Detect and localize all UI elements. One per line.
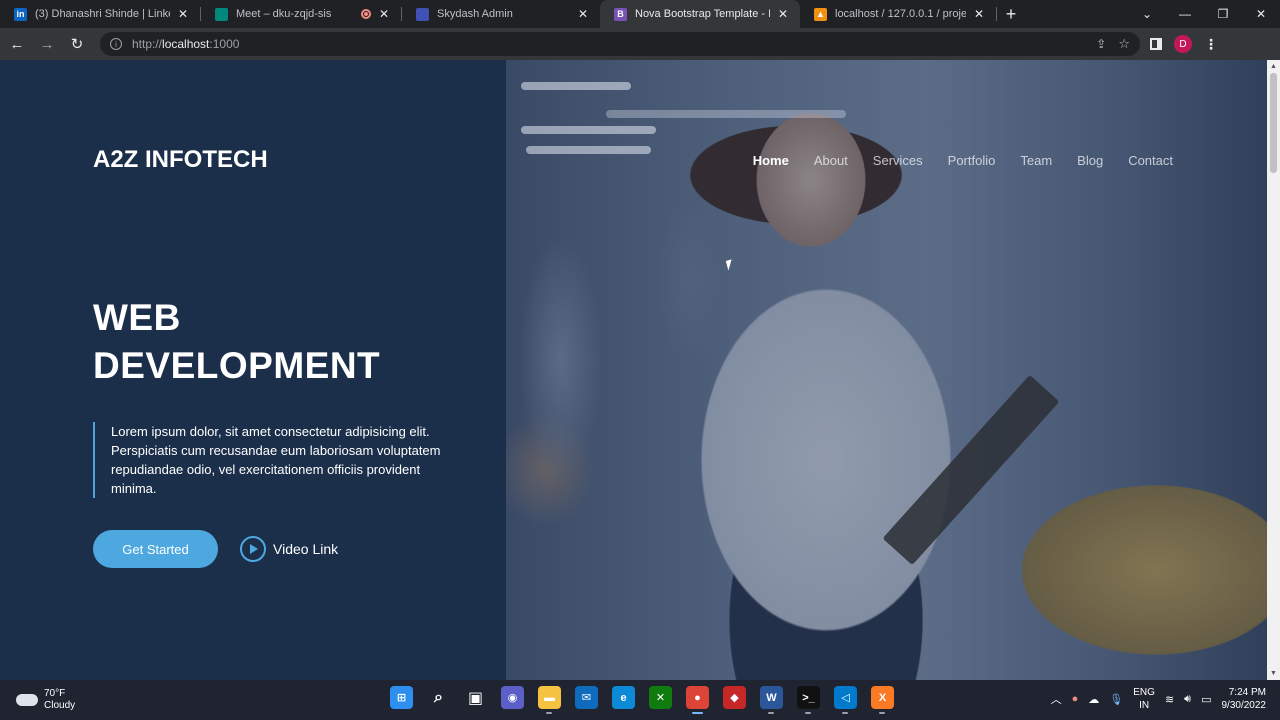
close-tab-icon[interactable]: ✕ — [776, 7, 790, 21]
page-viewport: A2Z INFOTECH Home About Services Portfolio T… — [0, 60, 1267, 680]
tray-overflow-chevron-icon[interactable]: ︿ — [1051, 691, 1062, 707]
close-tab-icon[interactable]: ✕ — [377, 7, 391, 21]
hero-title-line-2: DEVELOPMENT — [93, 345, 381, 386]
word-icon[interactable]: W — [760, 686, 783, 714]
cloud-icon — [16, 694, 38, 706]
close-tab-icon[interactable]: ✕ — [576, 7, 590, 21]
share-icon[interactable]: ⇪ — [1096, 37, 1106, 51]
browser-tab[interactable]: in (3) Dhanashri Shinde | LinkedIn ✕ — [0, 0, 200, 28]
google-meet-icon — [215, 7, 228, 21]
browser-tab[interactable]: Meet – dku-zqjd-sis ✕ — [201, 0, 401, 28]
url-protocol: http:// — [132, 37, 163, 51]
scrollbar-thumb[interactable] — [1270, 73, 1277, 173]
scroll-up-icon[interactable]: ▲ — [1270, 63, 1277, 70]
video-link[interactable]: Video Link — [240, 536, 338, 562]
weather-widget[interactable]: 70°F Cloudy — [16, 688, 75, 712]
nav-link-team[interactable]: Team — [1020, 153, 1052, 168]
task-view-icon[interactable]: ▣ — [464, 686, 487, 709]
nav-link-contact[interactable]: Contact — [1128, 153, 1173, 168]
url-port: :1000 — [209, 37, 240, 51]
scroll-down-icon[interactable]: ▼ — [1270, 670, 1277, 677]
file-explorer-icon[interactable]: ▬ — [538, 686, 561, 714]
terminal-icon[interactable]: >_ — [797, 686, 820, 714]
tab-title: Nova Bootstrap Template - Index — [635, 8, 770, 20]
linkedin-icon: in — [14, 7, 27, 21]
xbox-icon[interactable]: ✕ — [649, 686, 672, 709]
vscode-icon[interactable]: ◁ — [834, 686, 857, 714]
tab-search-icon[interactable]: ⌄ — [1128, 0, 1166, 28]
reload-button[interactable]: ↻ — [64, 35, 90, 53]
tab-title: (3) Dhanashri Shinde | LinkedIn — [35, 8, 170, 20]
nav-link-about[interactable]: About — [814, 153, 848, 168]
mail-icon[interactable]: ✉ — [575, 686, 598, 709]
browser-tab[interactable]: Skydash Admin ✕ — [402, 0, 600, 28]
language-region: IN — [1139, 700, 1150, 711]
browser-tab[interactable]: ▲ localhost / 127.0.0.1 / project | ph ✕ — [800, 0, 996, 28]
language-code: ENG — [1133, 687, 1155, 698]
main-navigation: Home About Services Portfolio Team Blog Contac… — [753, 153, 1173, 168]
video-link-label: Video Link — [273, 541, 339, 557]
tray-app-icon[interactable]: ● — [1072, 693, 1079, 705]
tab-title: Meet – dku-zqjd-sis — [236, 8, 332, 20]
microphone-icon[interactable]: 🎙︎ — [1109, 693, 1123, 706]
url-host: localhost — [162, 37, 210, 51]
clock-date: 9/30/2022 — [1221, 700, 1267, 711]
xampp-icon[interactable]: X — [871, 686, 894, 714]
browser-tab[interactable]: B Nova Bootstrap Template - Index ✕ — [600, 0, 800, 28]
hero-title: WEB DEVELOPMENT — [93, 294, 380, 390]
side-panel-icon[interactable] — [1150, 38, 1162, 50]
language-indicator[interactable]: ENG IN — [1133, 686, 1155, 712]
get-started-button[interactable]: Get Started — [93, 530, 218, 568]
browser-menu-icon[interactable]: ⋮ — [1204, 36, 1218, 53]
battery-icon[interactable]: ▭ — [1201, 693, 1211, 706]
tab-title: Skydash Admin — [437, 8, 513, 20]
taskbar-apps: ⊞ ⌕ ▣ ◉ ▬ ✉ e ✕ ● ◆ W >_ ◁ X — [390, 686, 894, 714]
clock-time: 7:24 PM — [1228, 687, 1266, 698]
windows-start-icon[interactable]: ⊞ — [390, 686, 413, 709]
bookmark-star-icon[interactable]: ☆ — [1118, 36, 1130, 52]
nav-link-portfolio[interactable]: Portfolio — [948, 153, 996, 168]
profile-avatar[interactable]: D — [1174, 35, 1192, 53]
window-controls: ⌄ — ❐ ✕ — [1128, 0, 1280, 28]
teams-chat-icon[interactable]: ◉ — [501, 686, 524, 709]
browser-toolbar: ← → ↻ i http://localhost:1000 ⇪ ☆ D ⋮ — [0, 28, 1280, 60]
search-icon[interactable]: ⌕ — [427, 686, 450, 709]
restore-button[interactable]: ❐ — [1204, 0, 1242, 28]
close-tab-icon[interactable]: ✕ — [972, 7, 986, 21]
onedrive-icon[interactable]: ☁ — [1088, 693, 1099, 706]
system-tray: ︿ ● ☁ 🎙︎ ENG IN ≋ 🔊︎ ▭ 7:24 PM 9/30/2022 — [1051, 686, 1266, 712]
forward-button[interactable]: → — [34, 36, 60, 53]
nav-link-blog[interactable]: Blog — [1077, 153, 1103, 168]
site-info-icon[interactable]: i — [110, 38, 122, 50]
chrome-icon[interactable]: ● — [686, 686, 709, 714]
new-tab-button[interactable]: + — [997, 0, 1025, 28]
weather-temperature: 70°F — [44, 688, 66, 699]
close-window-button[interactable]: ✕ — [1242, 0, 1280, 28]
bootstrap-icon: B — [614, 7, 627, 21]
nav-link-home[interactable]: Home — [753, 153, 789, 168]
tab-title: localhost / 127.0.0.1 / project | ph — [835, 8, 966, 20]
volume-icon[interactable]: 🔊︎ — [1184, 693, 1191, 706]
browser-tab-strip: in(3) Dhanashri Shinde | LinkedIn✕Meet –… — [0, 0, 1280, 28]
hero-description: Lorem ipsum dolor, sit amet consectetur … — [93, 422, 453, 498]
hero-title-line-1: WEB — [93, 297, 181, 338]
anydesk-icon[interactable]: ◆ — [723, 686, 746, 709]
phpmyadmin-icon: ▲ — [814, 7, 827, 21]
weather-description: Cloudy — [44, 700, 76, 711]
address-bar[interactable]: i http://localhost:1000 ⇪ ☆ — [100, 32, 1140, 56]
clock[interactable]: 7:24 PM 9/30/2022 — [1222, 686, 1267, 712]
play-icon[interactable] — [240, 536, 266, 562]
recording-indicator-icon — [361, 9, 371, 19]
site-logo[interactable]: A2Z INFOTECH — [93, 146, 268, 174]
back-button[interactable]: ← — [4, 36, 30, 53]
windows-taskbar: 70°F Cloudy ⊞ ⌕ ▣ ◉ ▬ ✉ e ✕ ● ◆ W >_ ◁ X ︿ ● ☁ 🎙︎ ENG… — [0, 680, 1280, 720]
page-scrollbar[interactable]: ▲ ▼ — [1267, 60, 1280, 680]
minimize-button[interactable]: — — [1166, 0, 1204, 28]
nav-link-services[interactable]: Services — [873, 153, 923, 168]
skydash-icon — [416, 7, 429, 21]
edge-icon[interactable]: e — [612, 686, 635, 709]
wifi-icon[interactable]: ≋ — [1165, 693, 1174, 706]
close-tab-icon[interactable]: ✕ — [176, 7, 190, 21]
